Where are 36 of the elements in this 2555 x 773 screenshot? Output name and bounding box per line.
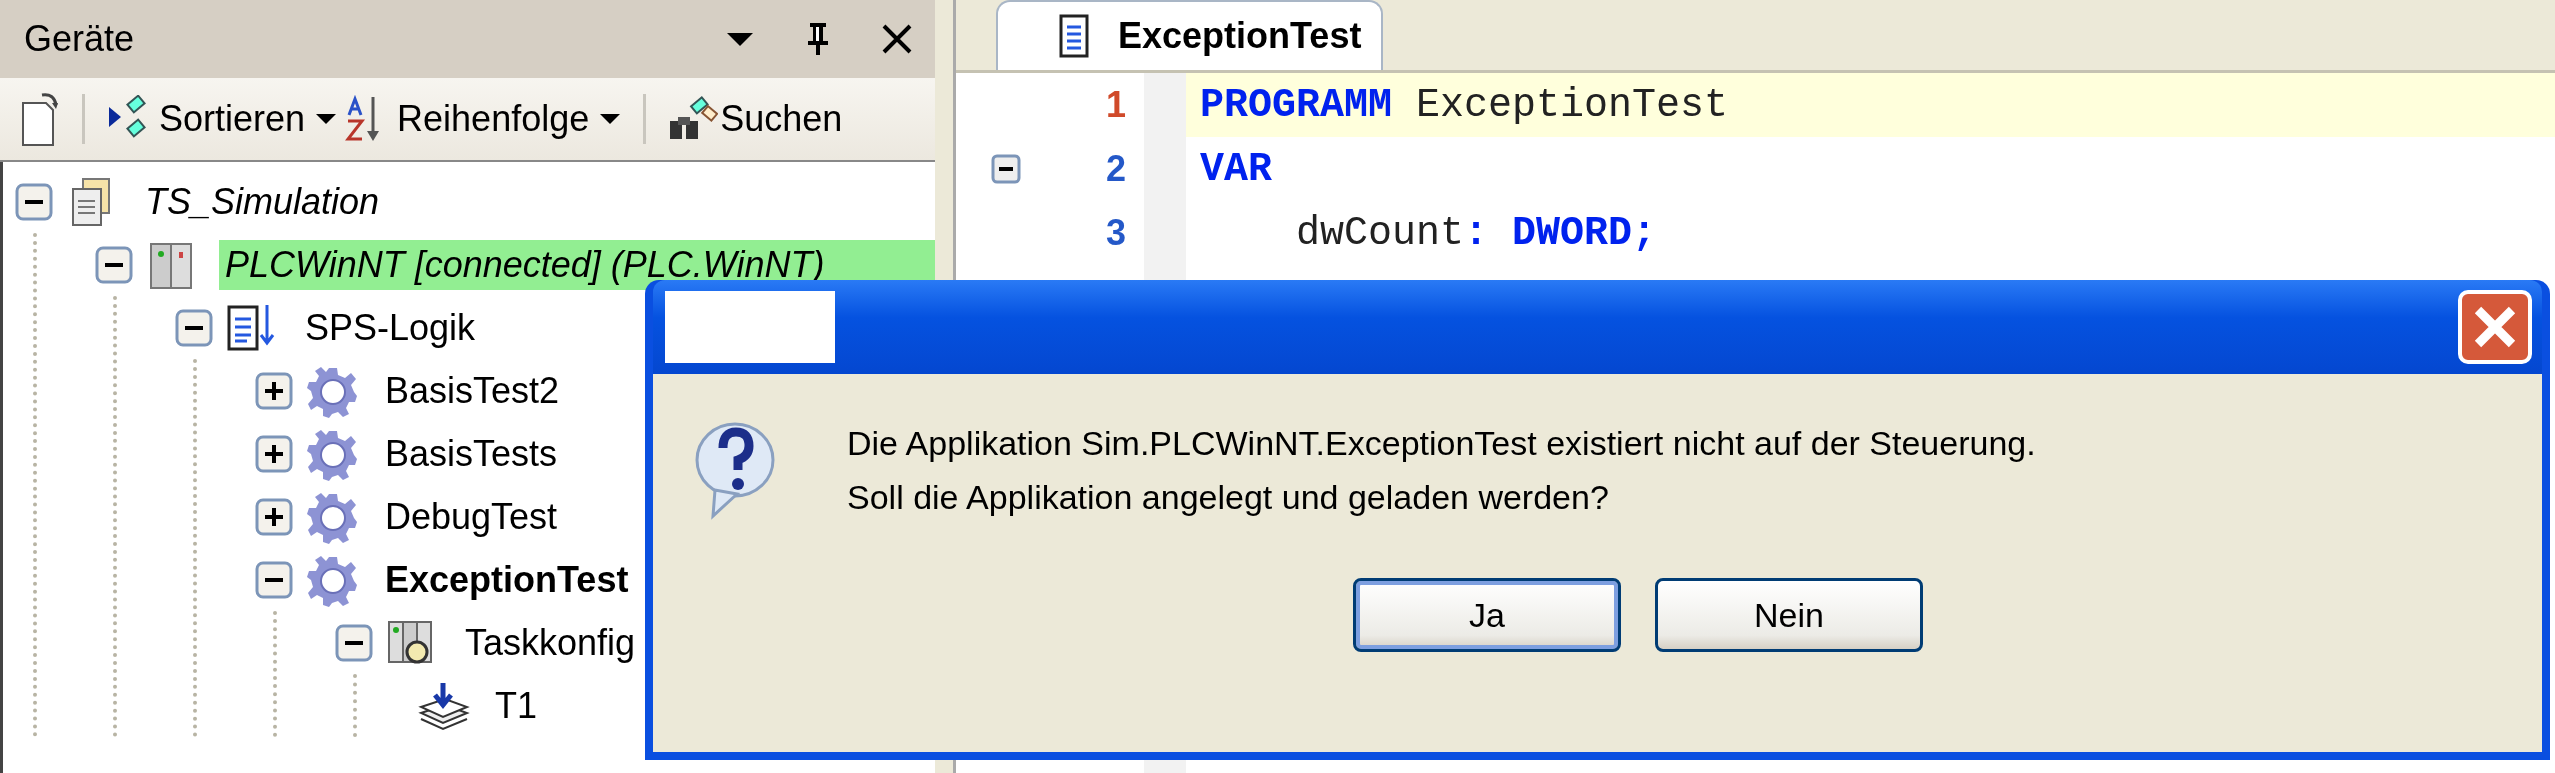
line-number: 1 — [1104, 84, 1126, 126]
document-icon — [1058, 13, 1092, 59]
toolbar-button[interactable]: Sortieren — [107, 95, 338, 143]
new-document-icon[interactable] — [20, 91, 60, 147]
collapse-toggle[interactable] — [175, 308, 213, 347]
message-text: Die Applikation Sim.PLCWinNT.ExceptionTest existiert nicht auf der Steuerung. — [847, 423, 2036, 464]
collapse-toggle[interactable] — [335, 623, 373, 662]
dialog-button[interactable]: Nein — [1655, 578, 1923, 652]
panel-title: Geräte — [24, 18, 136, 60]
code-line: dwCount: DWORD; — [1295, 209, 1658, 258]
line-number: 2 — [1104, 148, 1126, 190]
tree-item[interactable]: BasisTests — [379, 428, 564, 479]
tree-item[interactable]: ExceptionTest — [379, 554, 635, 605]
tree-item[interactable]: BasisTest2 — [379, 365, 566, 416]
tree-item[interactable]: Taskkonfig — [459, 617, 642, 668]
close-icon[interactable] — [881, 23, 913, 55]
tree-item[interactable]: PLCWinNT [connected] (PLC.WinNT) — [219, 239, 935, 290]
collapse-toggle[interactable] — [15, 182, 53, 221]
dialog-button[interactable]: Ja — [1353, 578, 1621, 652]
tree-item[interactable]: TS_Simulation — [139, 176, 386, 227]
expand-toggle[interactable] — [255, 371, 293, 410]
editor-tab[interactable]: ExceptionTest — [996, 0, 1384, 70]
tree-item[interactable]: DebugTest — [379, 491, 564, 542]
line-number: 3 — [1104, 212, 1126, 254]
message-text: Soll die Applikation angelegt und geladen werden? — [847, 477, 1610, 518]
tree-item[interactable]: SPS-Logik — [299, 302, 482, 353]
pin-icon[interactable] — [805, 21, 831, 57]
tree-item[interactable]: T1 — [489, 680, 543, 731]
collapse-toggle[interactable] — [95, 245, 133, 284]
toolbar-button[interactable]: Reihenfolge — [345, 95, 622, 143]
toolbar-button[interactable]: Suchen — [668, 95, 851, 143]
code-line: VAR — [1199, 145, 1273, 194]
collapse-toggle[interactable] — [991, 154, 1021, 184]
expand-toggle[interactable] — [255, 497, 293, 536]
expand-toggle[interactable] — [255, 434, 293, 473]
collapse-toggle[interactable] — [255, 560, 293, 599]
